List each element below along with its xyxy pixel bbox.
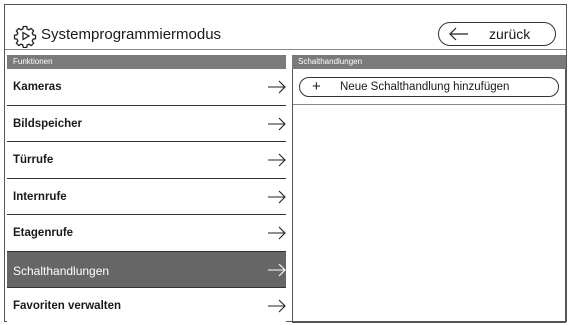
back-button[interactable]: zurück: [438, 22, 556, 46]
switching-actions-column-header: Schalthandlungen: [292, 55, 566, 69]
divider: [293, 104, 565, 105]
add-switching-action-label: Neue Schalthandlung hinzufügen: [340, 81, 510, 93]
page-title: Systemprogrammiermodus: [41, 26, 222, 43]
plus-icon: +: [312, 78, 321, 95]
arrow-right-icon: [268, 117, 286, 130]
menu-item-label: Internrufe: [13, 190, 67, 203]
arrow-right-icon: [268, 190, 286, 203]
menu-item-label: Favoriten verwalten: [13, 300, 122, 312]
menu-item-label: Etagenrufe: [13, 227, 74, 239]
gear-icon: [13, 25, 37, 48]
switching-actions-panel: + Neue Schalthandlung hinzufügen: [292, 69, 566, 323]
menu-item-label: Türrufe: [13, 154, 54, 166]
arrow-right-icon: [268, 80, 286, 94]
arrow-right-icon: [268, 263, 286, 276]
add-switching-action-button[interactable]: + Neue Schalthandlung hinzufügen: [299, 77, 559, 97]
back-button-label: zurück: [489, 26, 531, 42]
menu-item-internrufe[interactable]: Internrufe: [7, 178, 286, 215]
arrow-right-icon: [268, 226, 286, 240]
arrow-left-icon: [449, 27, 468, 41]
menu-item-etagenrufe[interactable]: Etagenrufe: [7, 215, 286, 252]
arrow-right-icon: [268, 153, 286, 167]
app-window: Systemprogrammiermodus zurück Funktionen…: [4, 4, 567, 325]
menu-item-label: Kameras: [13, 81, 62, 93]
menu-item-label: Schalthandlungen: [13, 263, 110, 278]
functions-menu: Kameras Bildspeicher Türrufe Internrufe …: [7, 69, 286, 325]
menu-item-favoriten-verwalten[interactable]: Favoriten verwalten: [7, 288, 286, 325]
menu-item-bildspeicher[interactable]: Bildspeicher: [7, 105, 286, 142]
menu-item-kameras[interactable]: Kameras: [7, 69, 286, 106]
menu-item-tuerrufe[interactable]: Türrufe: [7, 142, 286, 179]
functions-column-header: Funktionen: [7, 55, 286, 69]
menu-item-schalthandlungen[interactable]: Schalthandlungen: [7, 251, 286, 288]
header-bar: Systemprogrammiermodus zurück: [5, 5, 566, 50]
menu-item-label: Bildspeicher: [13, 117, 83, 130]
arrow-right-icon: [268, 299, 286, 313]
